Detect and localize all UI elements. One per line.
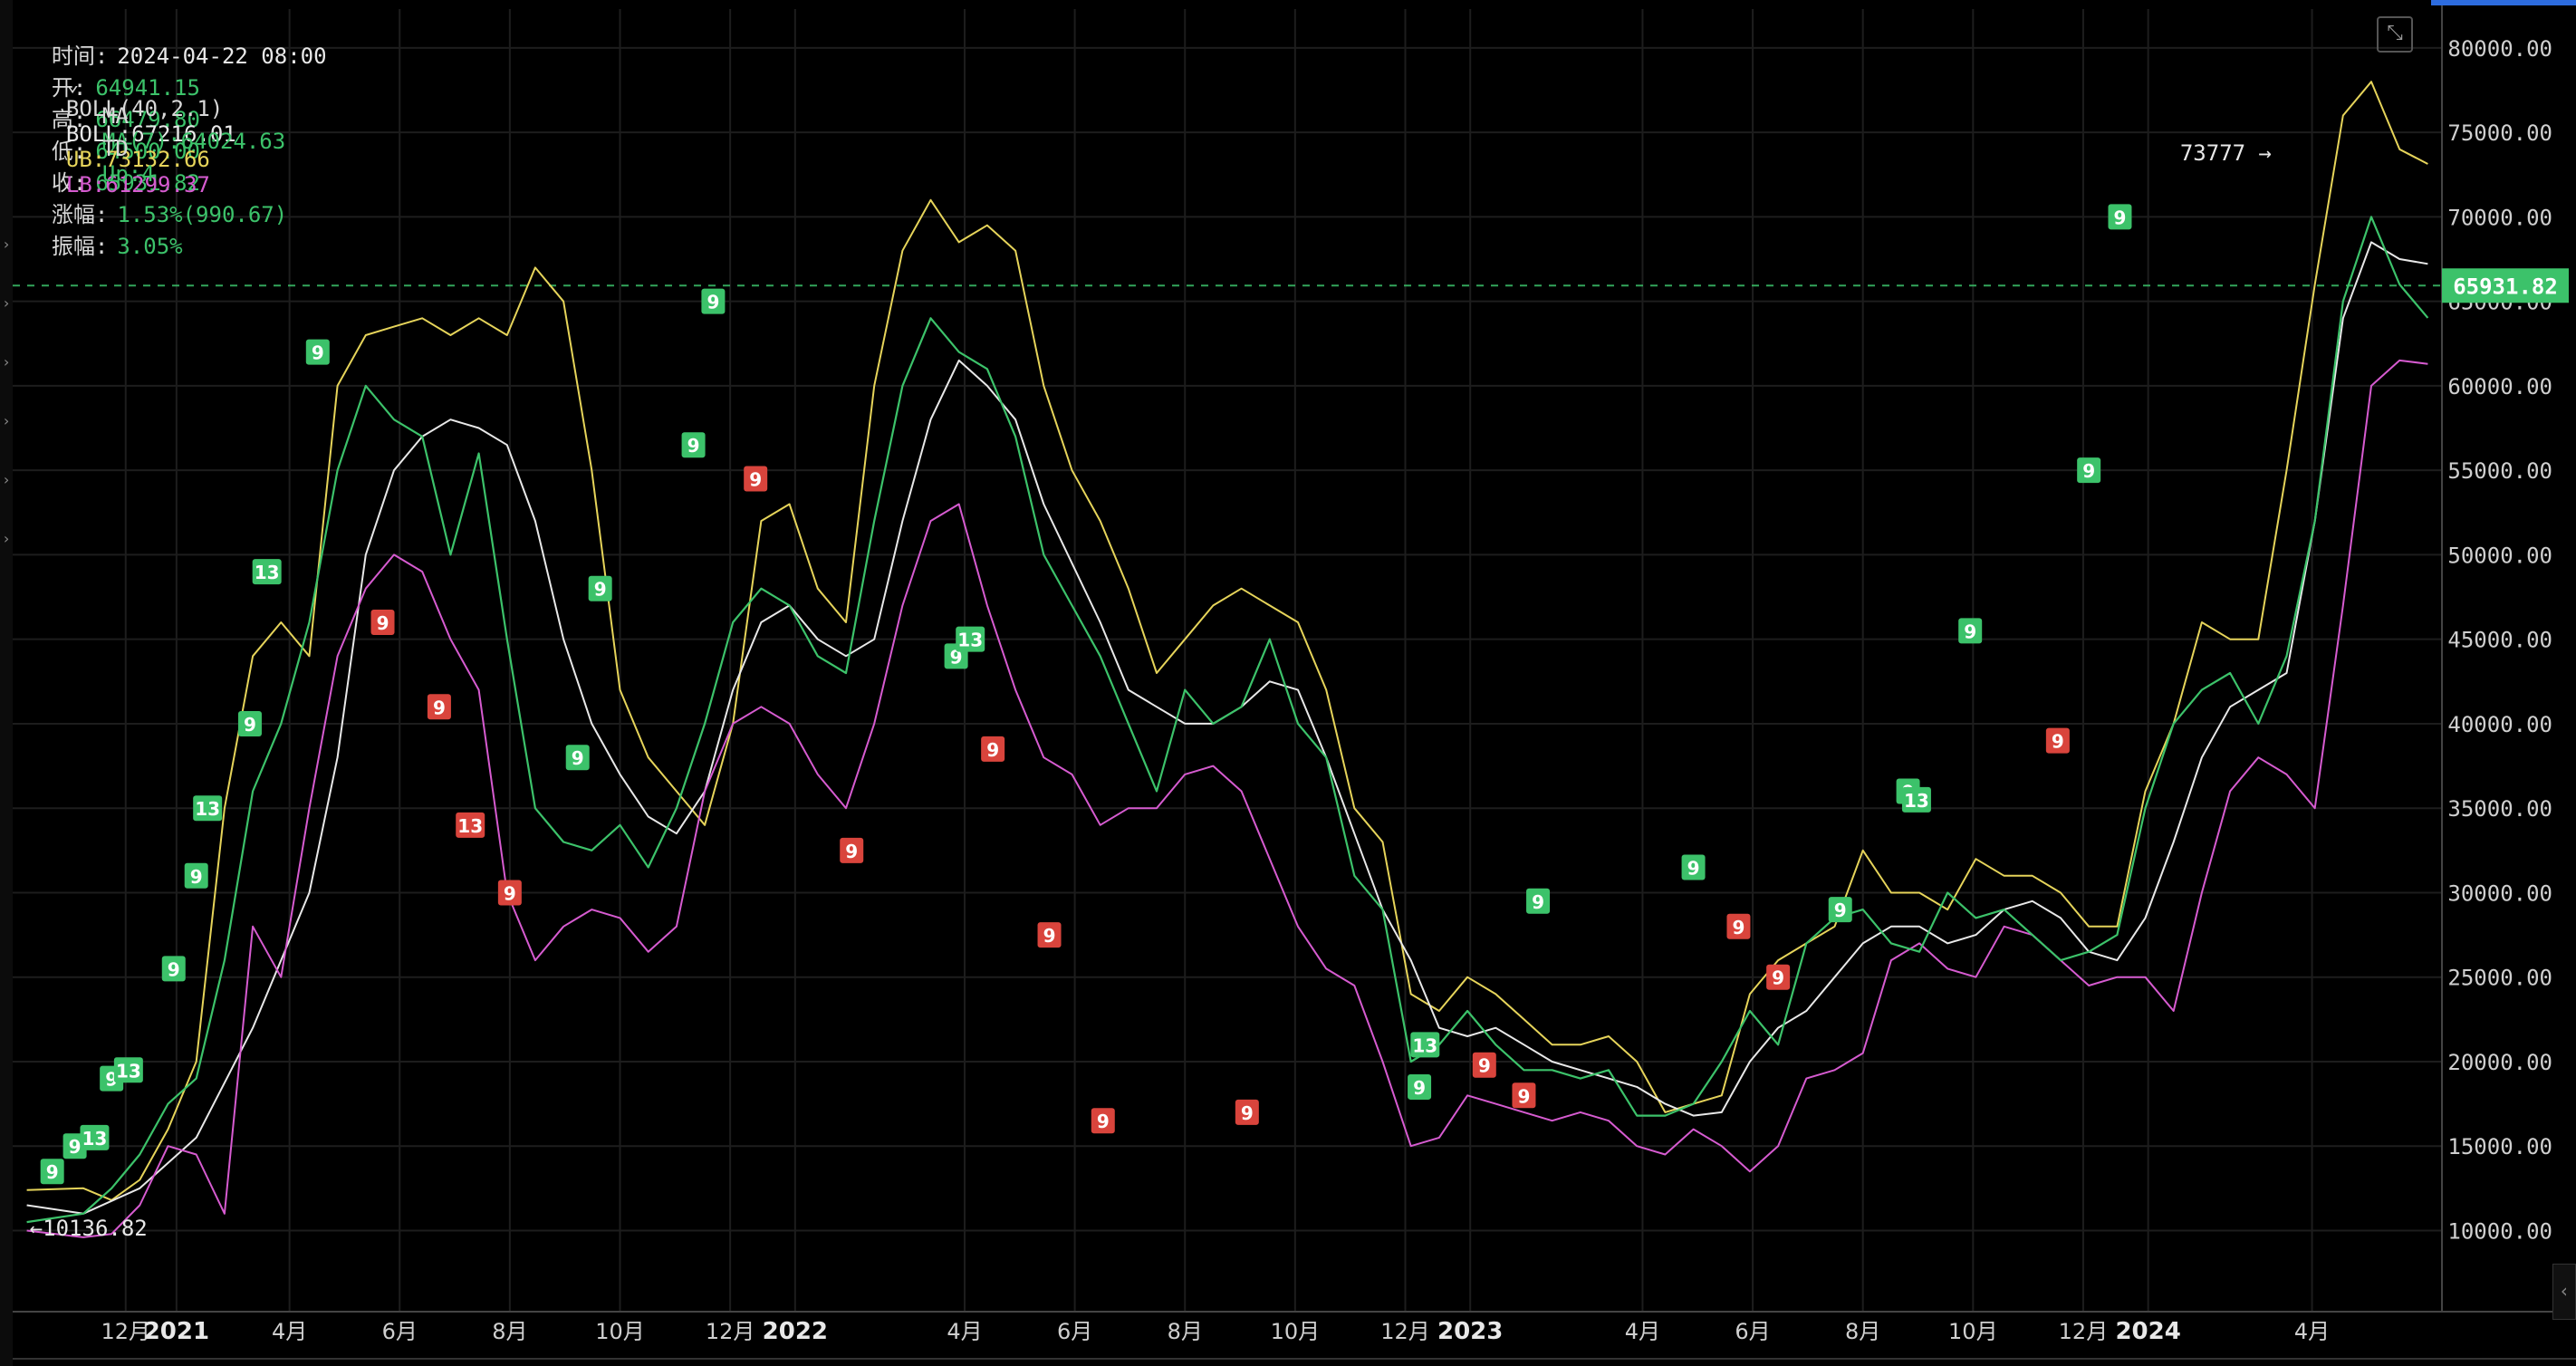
y-tick-label: 50000.00	[2447, 543, 2552, 568]
y-tick-label: 30000.00	[2447, 880, 2552, 906]
current-price-label: 65931.82	[2453, 274, 2558, 299]
y-tick-label: 25000.00	[2447, 966, 2552, 991]
td-marker-label: 13	[255, 562, 280, 583]
x-tick-label: 2022	[763, 1318, 828, 1345]
td-marker-label: 13	[1904, 790, 1929, 812]
chevron-right-icon[interactable]: ›	[0, 236, 13, 253]
x-tick-label: 8月	[492, 1319, 527, 1344]
td-marker-label: 13	[116, 1060, 141, 1082]
td-marker-label: 9	[1687, 857, 1700, 879]
x-tick-label: 8月	[1845, 1319, 1880, 1344]
td-marker-label: 13	[1412, 1034, 1437, 1056]
series-line-ub	[26, 81, 2428, 1201]
series-line-ma7	[26, 216, 2429, 1224]
y-tick-label: 35000.00	[2447, 796, 2552, 822]
x-tick-label: 10月	[1948, 1319, 1998, 1344]
amplitude-label: 振幅:	[51, 234, 109, 259]
td-marker-label: 9	[2114, 207, 2127, 228]
x-tick-label: 2021	[144, 1318, 209, 1345]
td-marker-label: 9	[706, 292, 719, 313]
y-tick-label: 80000.00	[2447, 36, 2552, 62]
x-tick-label: 4月	[2294, 1319, 2330, 1344]
x-tick-label: 4月	[272, 1319, 307, 1344]
td-legend[interactable]: TD Up:4	[76, 111, 168, 187]
x-tick-label: 2023	[1437, 1318, 1503, 1345]
series-line-boll	[26, 241, 2428, 1215]
td-marker-label: 13	[957, 630, 983, 651]
price-chart-svg[interactable]: 80000.0075000.0070000.0065000.0060000.00…	[0, 0, 2576, 1366]
x-tick-label: 8月	[1168, 1319, 1203, 1344]
y-tick-label: 70000.00	[2447, 205, 2552, 230]
td-marker-label: 9	[1517, 1085, 1530, 1107]
chevron-right-icon[interactable]: ›	[0, 530, 13, 547]
td-marker-label: 9	[190, 866, 203, 888]
change-value: 1.53%(990.67)	[117, 202, 288, 227]
y-tick-label: 20000.00	[2447, 1050, 2552, 1075]
td-marker-label: 9	[594, 579, 607, 601]
low-annotation: ←10136.82	[30, 1216, 148, 1241]
td-marker-label: 9	[1834, 899, 1847, 921]
td-marker-label: 9	[433, 697, 446, 718]
x-tick-label: 6月	[382, 1319, 418, 1344]
td-marker-label: 9	[1241, 1102, 1254, 1124]
td-marker-label: 13	[195, 798, 220, 820]
td-marker-label: 9	[168, 958, 180, 980]
y-tick-label: 15000.00	[2447, 1134, 2552, 1159]
td-marker-label: 9	[46, 1161, 59, 1183]
td-marker-label: 9	[1532, 891, 1544, 913]
x-tick-label: 10月	[1271, 1319, 1321, 1344]
fullscreen-icon[interactable]: ⤡	[2377, 16, 2413, 53]
x-tick-label: 12月	[1380, 1319, 1430, 1344]
collapse-panel-icon[interactable]: ‹	[2552, 1264, 2576, 1320]
y-tick-label: 45000.00	[2447, 628, 2552, 653]
x-tick-label: 10月	[595, 1319, 645, 1344]
td-marker-label: 9	[1478, 1055, 1491, 1077]
td-marker-label: 9	[244, 714, 256, 736]
y-tick-label: 10000.00	[2447, 1218, 2552, 1244]
td-marker-label: 9	[504, 882, 516, 904]
td-marker-label: 9	[749, 469, 762, 491]
td-marker-label: 9	[377, 612, 389, 634]
change-label: 涨幅:	[51, 202, 109, 227]
y-tick-label: 60000.00	[2447, 374, 2552, 399]
td-marker-label: 9	[572, 747, 584, 769]
y-tick-label: 75000.00	[2447, 120, 2552, 146]
td-marker-label: 9	[1413, 1077, 1426, 1099]
y-tick-label: 40000.00	[2447, 712, 2552, 737]
accent-bar	[2431, 0, 2576, 5]
td-value: Up:4	[101, 161, 155, 187]
td-marker-label: 13	[457, 815, 483, 837]
y-tick-label: 55000.00	[2447, 458, 2552, 484]
td-marker-label: 9	[845, 841, 858, 862]
td-marker-label: 9	[687, 435, 700, 457]
x-tick-label: 6月	[1057, 1319, 1092, 1344]
td-marker-label: 9	[1733, 917, 1745, 938]
x-tick-label: 4月	[1625, 1319, 1660, 1344]
x-tick-label: 4月	[947, 1319, 982, 1344]
td-name: TD	[101, 136, 129, 161]
x-tick-label: 6月	[1735, 1319, 1770, 1344]
chevron-right-icon[interactable]: ›	[0, 353, 13, 370]
left-toolbar-edge	[0, 0, 13, 1366]
chart-area[interactable]: 80000.0075000.0070000.0065000.0060000.00…	[0, 0, 2576, 1366]
td-marker-label: 13	[82, 1128, 108, 1150]
td-marker-label: 9	[2052, 731, 2064, 753]
x-tick-label: 2024	[2115, 1318, 2180, 1345]
chevron-right-icon[interactable]: ›	[0, 294, 13, 312]
high-annotation: 73777 →	[2180, 140, 2272, 166]
amplitude-value: 3.05%	[117, 234, 183, 259]
x-tick-label: 12月	[706, 1319, 755, 1344]
chevron-right-icon[interactable]: ›	[0, 412, 13, 429]
td-marker-label: 9	[986, 739, 999, 761]
td-marker-label: 9	[69, 1136, 82, 1158]
td-marker-label: 9	[2082, 460, 2095, 482]
td-marker-label: 9	[1772, 967, 1784, 989]
td-marker-label: 9	[312, 342, 324, 364]
td-marker-label: 9	[1097, 1111, 1110, 1132]
td-marker-label: 9	[1043, 925, 1056, 947]
td-marker-label: 9	[1964, 620, 1976, 642]
x-tick-label: 12月	[2059, 1319, 2109, 1344]
chevron-right-icon[interactable]: ›	[0, 471, 13, 488]
